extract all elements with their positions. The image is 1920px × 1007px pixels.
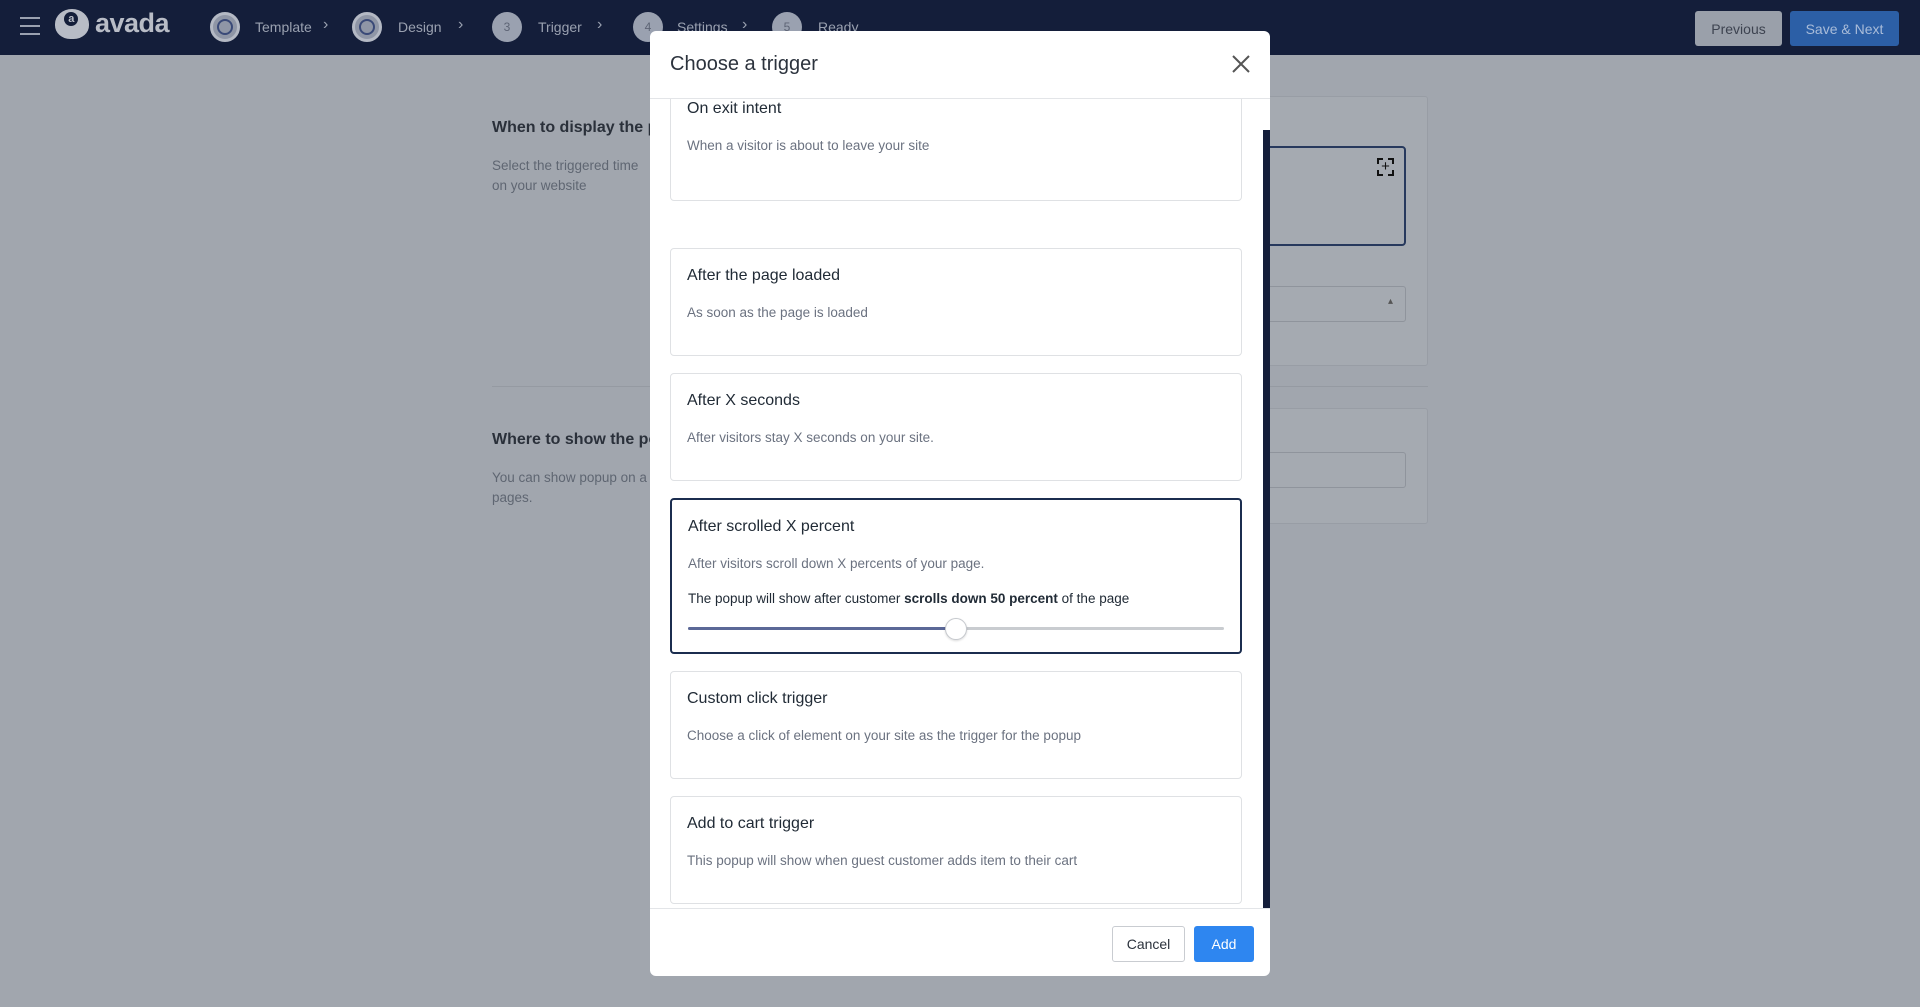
logo-icon — [55, 8, 89, 39]
trigger-description: After visitors stay X seconds on your si… — [687, 430, 934, 445]
trigger-title: Add to cart trigger — [687, 815, 815, 832]
close-icon[interactable] — [1230, 53, 1252, 75]
modal-header: Choose a trigger — [650, 31, 1270, 99]
scrollbar[interactable] — [1263, 130, 1270, 908]
cancel-button[interactable]: Cancel — [1112, 926, 1185, 962]
add-icon[interactable]: + — [1377, 158, 1394, 176]
note-suffix: of the page — [1057, 591, 1130, 606]
trigger-option-scrolled-percent[interactable]: After scrolled X percent After visitors … — [670, 498, 1242, 654]
trigger-option-add-to-cart[interactable]: Add to cart trigger This popup will show… — [670, 796, 1242, 904]
add-button[interactable]: Add — [1194, 926, 1254, 962]
trigger-description: This popup will show when guest customer… — [687, 853, 1078, 868]
trigger-title: After scrolled X percent — [688, 518, 855, 535]
trigger-title: On exit intent — [687, 100, 782, 117]
trigger-description: As soon as the page is loaded — [687, 305, 868, 320]
trigger-option-custom-click[interactable]: Custom click trigger Choose a click of e… — [670, 671, 1242, 779]
step-design[interactable]: Design — [398, 19, 442, 35]
slider-thumb[interactable] — [945, 618, 967, 640]
trigger-title: After the page loaded — [687, 267, 841, 284]
menu-icon[interactable] — [20, 17, 40, 35]
trigger-description: After visitors scroll down X percents of… — [688, 556, 985, 571]
note-bold: scrolls down 50 percent — [904, 591, 1058, 606]
choose-trigger-modal: Choose a trigger On exit intent When a v… — [650, 31, 1270, 976]
where-description: You can show popup on a pages. — [492, 470, 647, 505]
save-next-button[interactable]: Save & Next — [1790, 11, 1899, 46]
previous-button[interactable]: Previous — [1695, 11, 1782, 46]
trigger-description: Choose a click of element on your site a… — [687, 728, 1081, 743]
step-template-check-icon — [210, 12, 240, 42]
scroll-percent-note: The popup will show after customer scrol… — [688, 591, 1224, 606]
trigger-option-page-loaded[interactable]: After the page loaded As soon as the pag… — [670, 248, 1242, 356]
display-heading: When to display the p — [492, 119, 658, 136]
trigger-title: Custom click trigger — [687, 690, 828, 707]
step-trigger-number: 3 — [492, 12, 522, 42]
slider-fill — [688, 627, 956, 630]
trigger-description: When a visitor is about to leave your si… — [687, 138, 930, 153]
step-design-check-icon — [352, 12, 382, 42]
modal-title: Choose a trigger — [670, 53, 818, 75]
note-prefix: The popup will show after customer — [688, 591, 905, 606]
trigger-option-exit-intent[interactable]: On exit intent When a visitor is about t… — [670, 99, 1242, 201]
chevron-right-icon: › — [458, 16, 464, 33]
modal-body: On exit intent When a visitor is about t… — [650, 99, 1270, 908]
logo-text: avada — [95, 8, 170, 38]
trigger-title: After X seconds — [687, 392, 800, 409]
select-arrows-icon: ▴ — [1387, 296, 1393, 307]
scroll-percent-slider[interactable] — [688, 618, 1224, 640]
logo: avada — [55, 8, 170, 39]
modal-footer: Cancel Add — [650, 908, 1270, 976]
chevron-right-icon: › — [597, 16, 603, 33]
step-trigger[interactable]: Trigger — [538, 19, 582, 35]
where-heading: Where to show the po — [492, 431, 659, 448]
display-description: Select the triggered time on your websit… — [492, 158, 639, 193]
trigger-option-x-seconds[interactable]: After X seconds After visitors stay X se… — [670, 373, 1242, 481]
chevron-right-icon: › — [323, 16, 329, 33]
step-template[interactable]: Template — [255, 19, 312, 35]
